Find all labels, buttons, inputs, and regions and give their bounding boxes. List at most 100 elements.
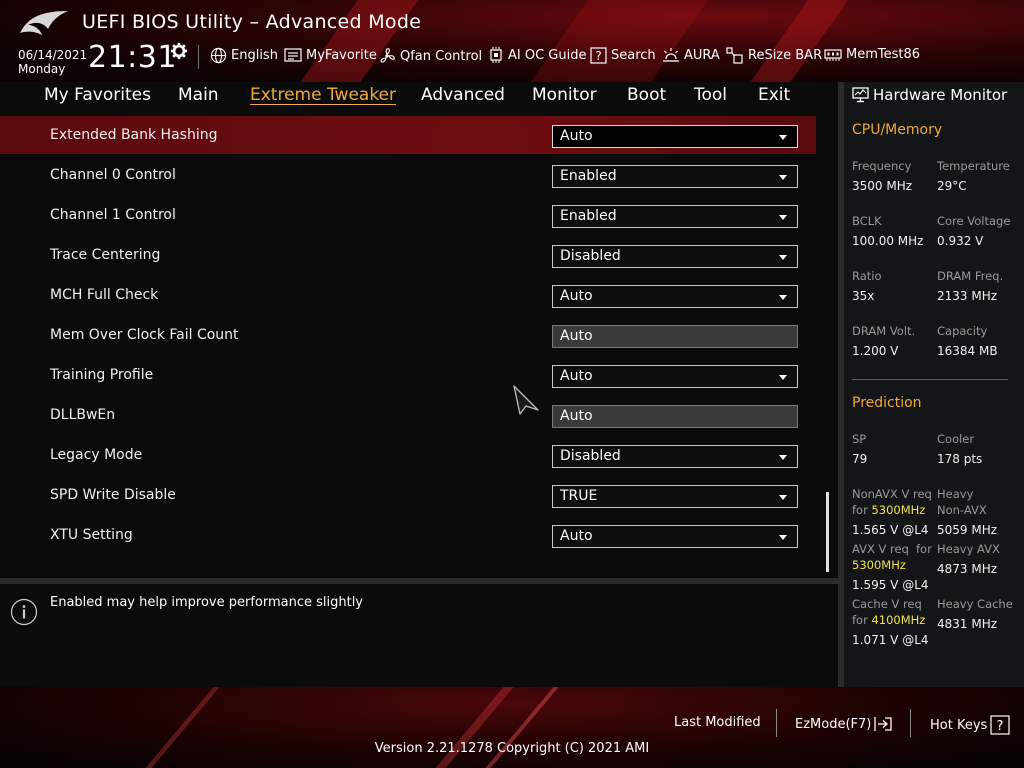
chevron-down-icon [779,495,787,500]
heavy-avx-value: 4873 MHz [937,562,998,576]
dram-freq-value: 2133 MHz [937,289,998,303]
globe-icon [210,47,227,64]
setting-dropdown[interactable]: Enabled [552,205,798,228]
hardware-monitor-header: Hardware Monitor [852,86,1007,104]
aura-light-icon [663,48,679,62]
language-button[interactable]: English [210,47,278,64]
favorite-list-icon [284,48,302,62]
setting-value-field[interactable]: Auto [552,325,798,348]
header-divider [198,45,199,69]
capacity-value: 16384 MB [937,344,998,358]
heavy-cache-value: 4831 MHz [937,617,998,631]
day-text: Monday [18,62,66,76]
setting-row-xtu-setting[interactable]: XTU Setting Auto [0,516,816,554]
dropdown-value: TRUE [560,488,598,504]
heavy-cache-label: Heavy Cache [937,597,1013,611]
tab-monitor[interactable]: Monitor [532,85,597,105]
setting-label: Channel 0 Control [50,167,176,183]
setting-row-extended-bank-hashing[interactable]: Extended Bank Hashing Auto [0,116,816,154]
setting-value-field[interactable]: Auto [552,405,798,428]
heavy-avx-label: Heavy AVX [937,542,1000,556]
gear-icon[interactable] [170,42,188,60]
help-panel: Enabled may help improve performance sli… [0,584,838,687]
tab-tool[interactable]: Tool [694,85,727,105]
setting-dropdown[interactable]: Auto [552,525,798,548]
hardware-monitor-panel: Hardware Monitor CPU/Memory Frequency Te… [844,82,1024,687]
language-label: English [231,48,278,63]
setting-dropdown[interactable]: Enabled [552,165,798,188]
dram-volt-value: 1.200 V [852,344,899,358]
mouse-cursor-icon [513,385,539,415]
setting-dropdown[interactable]: Auto [552,125,798,148]
setting-label: Channel 1 Control [50,207,176,223]
setting-row-legacy-mode[interactable]: Legacy Mode Disabled [0,436,816,474]
tab-exit[interactable]: Exit [758,85,790,105]
setting-label: SPD Write Disable [50,487,176,503]
cpu-memory-title: CPU/Memory [852,122,943,138]
search-button[interactable]: ? Search [590,47,656,64]
setting-row-spd-write-disable[interactable]: SPD Write Disable TRUE [0,476,816,514]
sp-label: SP [852,432,867,446]
date-text: 06/14/2021 [18,48,88,62]
search-label: Search [611,48,656,63]
tab-extreme-tweaker[interactable]: Extreme Tweaker [250,85,396,105]
setting-row-training-profile[interactable]: Training Profile Auto [0,356,816,394]
last-modified-button[interactable]: Last Modified [674,715,761,730]
ratio-label: Ratio [852,269,882,283]
setting-dropdown[interactable]: Auto [552,285,798,308]
qfan-control-label: Qfan Control [400,48,483,64]
memtest86-button[interactable]: MemTest86 [824,47,920,62]
cooler-value: 178 pts [937,452,983,466]
svg-text:?: ? [997,719,1004,734]
setting-dropdown[interactable]: Auto [552,365,798,388]
for-text: for [852,503,868,517]
date-display: 06/14/2021 Monday [18,48,87,76]
setting-row-channel-0-control[interactable]: Channel 0 Control Enabled [0,156,816,194]
qfan-control-button[interactable]: Qfan Control [378,47,482,65]
resize-bar-button[interactable]: ReSize BAR [726,47,822,64]
settings-scrollbar[interactable] [826,492,829,572]
dropdown-value: Enabled [560,168,617,184]
chevron-down-icon [779,255,787,260]
chevron-down-icon [779,375,787,380]
setting-row-dllbwen[interactable]: DLLBwEn Auto [0,396,816,434]
monitor-icon [852,87,869,103]
hardware-monitor-separator [852,379,1008,380]
setting-label: Mem Over Clock Fail Count [50,327,239,343]
clock-display[interactable]: 21:31 [88,40,177,75]
setting-row-trace-centering[interactable]: Trace Centering Disabled [0,236,816,274]
chip-icon [490,47,502,63]
temperature-value: 29°C [937,179,967,193]
question-box-icon: ? [590,47,607,64]
avx-frequency: 5300MHz [852,558,906,572]
myfavorite-button[interactable]: MyFavorite [284,47,377,63]
setting-dropdown[interactable]: Disabled [552,445,798,468]
aura-button[interactable]: AURA [662,47,720,63]
fan-icon [380,48,395,63]
hot-keys-button[interactable]: Hot Keys ? [930,715,1010,735]
setting-label: MCH Full Check [50,287,159,303]
ai-oc-guide-button[interactable]: AI OC Guide [488,47,586,63]
app-title: UEFI BIOS Utility – Advanced Mode [82,11,422,33]
setting-row-channel-1-control[interactable]: Channel 1 Control Enabled [0,196,816,234]
ezmode-button[interactable]: EzMode(F7) [795,715,893,733]
tab-advanced[interactable]: Advanced [421,85,505,105]
setting-row-mem-over-clock-fail-count[interactable]: Mem Over Clock Fail Count Auto [0,316,816,354]
memtest86-label: MemTest86 [846,47,921,62]
main-tab-bar: My Favorites Main Extreme Tweaker Advanc… [0,82,838,110]
tab-my-favorites[interactable]: My Favorites [44,85,151,105]
heavy-nonavx-label-line1: Heavy [937,487,974,501]
setting-dropdown[interactable]: TRUE [552,485,798,508]
setting-row-mch-full-check[interactable]: MCH Full Check Auto [0,276,816,314]
tab-main[interactable]: Main [178,85,219,105]
background-streak [524,0,716,82]
setting-label: XTU Setting [50,527,133,543]
core-voltage-label: Core Voltage [937,214,1011,228]
setting-dropdown[interactable]: Disabled [552,245,798,268]
chevron-down-icon [779,135,787,140]
tab-boot[interactable]: Boot [627,85,666,105]
for-text: for [852,613,868,627]
question-box-icon: ? [990,715,1010,735]
rog-logo-icon [20,11,68,35]
setting-label: Extended Bank Hashing [50,127,218,143]
